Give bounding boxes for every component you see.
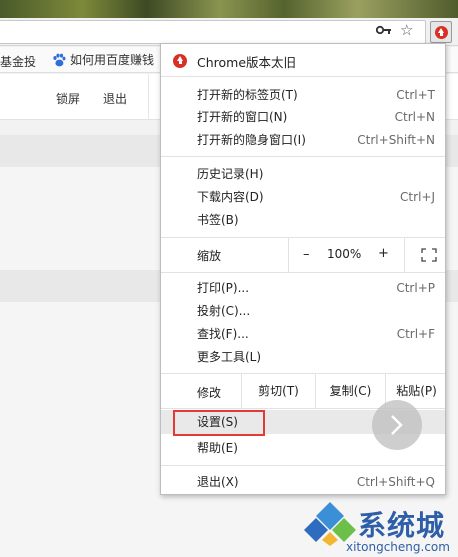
zoom-row: 缩放 – 100% +	[161, 238, 445, 272]
menu-item-incognito[interactable]: 打开新的隐身窗口(I) Ctrl+Shift+N	[197, 129, 435, 151]
update-menu-item[interactable]: Chrome版本太旧	[161, 48, 445, 74]
menu-item-label: 查找(F)...	[197, 327, 249, 341]
menu-item-cast[interactable]: 投射(C)...	[197, 300, 435, 322]
menu-item-label: 更多工具(L)	[197, 350, 262, 364]
shortcut-label: Ctrl+J	[400, 190, 435, 204]
update-label: Chrome版本太旧	[197, 55, 297, 70]
shortcut-label: Ctrl+Shift+Q	[356, 475, 435, 489]
menu-item-label: 书签(B)	[197, 213, 239, 227]
menu-item-bookmarks[interactable]: 书签(B)	[197, 209, 435, 231]
key-icon[interactable]	[376, 24, 392, 36]
menu-item-exit[interactable]: 退出(X) Ctrl+Shift+Q	[197, 471, 435, 493]
shortcut-label: Ctrl+P	[396, 281, 435, 295]
chrome-menu-button[interactable]	[430, 21, 452, 43]
shortcut-label: Ctrl+N	[394, 110, 435, 124]
bookmark-label: 如何用百度赚钱	[70, 53, 155, 67]
menu-separator	[161, 76, 445, 77]
menu-item-find[interactable]: 查找(F)... Ctrl+F	[197, 323, 435, 345]
chevron-right-icon	[391, 415, 403, 435]
fullscreen-icon[interactable]	[421, 248, 437, 262]
menu-separator	[161, 465, 445, 466]
cut-button[interactable]: 剪切(T)	[241, 374, 315, 408]
menu-item-label: 退出(X)	[197, 475, 239, 489]
watermark-text: 系统城	[358, 509, 446, 542]
menu-item-label: 投射(C)...	[197, 304, 251, 318]
divider	[148, 74, 149, 120]
next-arrow-button[interactable]	[372, 400, 422, 450]
menu-item-label: 打印(P)...	[197, 281, 250, 295]
menu-separator	[161, 156, 445, 157]
settings-highlight-box	[173, 410, 265, 436]
lock-screen-link[interactable]: 锁屏	[56, 90, 80, 107]
update-icon	[173, 54, 187, 68]
zoom-out-button[interactable]: –	[303, 247, 310, 262]
menu-item-more-tools[interactable]: 更多工具(L)	[197, 346, 435, 368]
zoom-label: 缩放	[197, 249, 222, 263]
update-alert-icon	[435, 26, 448, 39]
menu-item-print[interactable]: 打印(P)... Ctrl+P	[197, 277, 435, 299]
edit-label: 修改	[197, 386, 222, 400]
tab-strip-background	[0, 0, 458, 18]
menu-separator	[161, 272, 445, 273]
shortcut-label: Ctrl+Shift+N	[357, 133, 435, 147]
baidu-paw-icon	[53, 53, 66, 66]
watermark-url: xitongcheng.com	[346, 540, 450, 554]
menu-item-label: 历史记录(H)	[197, 167, 264, 181]
menu-item-label: 打开新的标签页(T)	[197, 88, 298, 102]
menu-item-new-tab[interactable]: 打开新的标签页(T) Ctrl+T	[197, 84, 435, 106]
menu-item-downloads[interactable]: 下载内容(D) Ctrl+J	[197, 186, 435, 208]
logout-link[interactable]: 退出	[103, 90, 127, 107]
shortcut-label: Ctrl+F	[396, 327, 435, 341]
zoom-level: 100%	[327, 247, 362, 261]
menu-item-label: 帮助(E)	[197, 441, 238, 455]
copy-button[interactable]: 复制(C)	[315, 374, 385, 408]
menu-item-label: 打开新的窗口(N)	[197, 110, 288, 124]
menu-item-label: 下载内容(D)	[197, 190, 264, 204]
menu-item-new-window[interactable]: 打开新的窗口(N) Ctrl+N	[197, 106, 435, 128]
shortcut-label: Ctrl+T	[396, 88, 435, 102]
bookmark-item[interactable]: 基金投	[0, 53, 36, 70]
bookmark-item[interactable]: 如何用百度赚钱	[52, 51, 154, 68]
menu-item-label: 打开新的隐身窗口(I)	[197, 133, 306, 147]
bookmark-star-icon[interactable]: ☆	[400, 20, 413, 40]
zoom-in-button[interactable]: +	[378, 246, 389, 261]
address-bar[interactable]	[0, 20, 426, 44]
watermark: 系统城 xitongcheng.com	[298, 500, 458, 557]
menu-item-history[interactable]: 历史记录(H)	[197, 163, 435, 185]
